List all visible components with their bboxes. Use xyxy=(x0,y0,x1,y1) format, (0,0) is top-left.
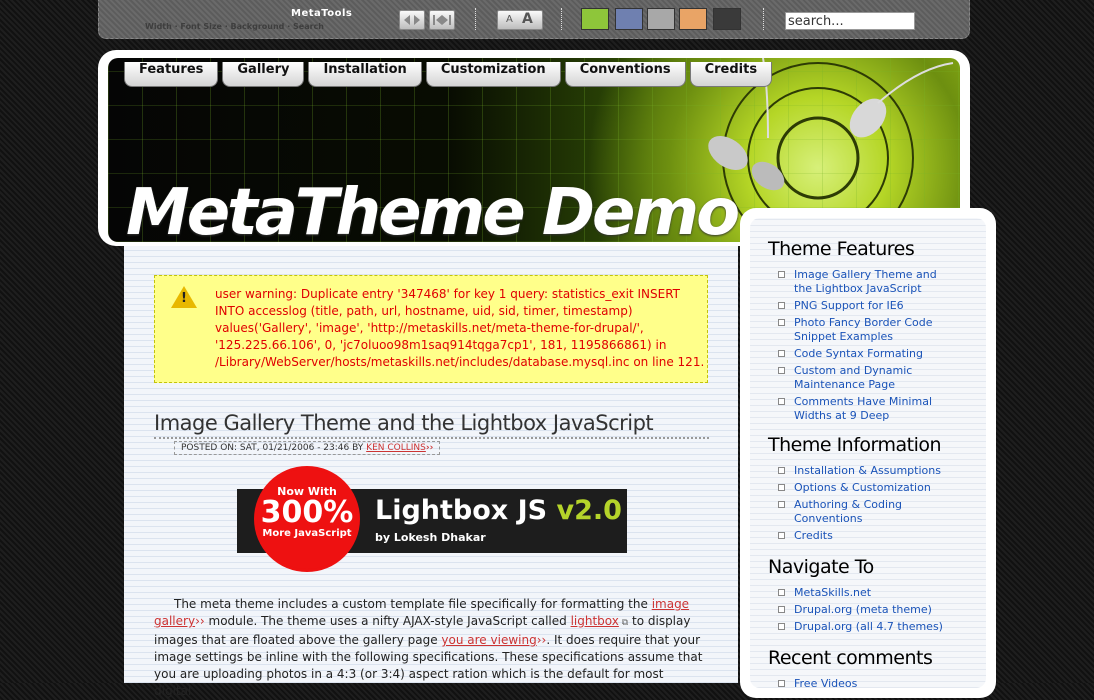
metatools-title: MetaTools xyxy=(291,8,353,19)
sidebar-link[interactable]: PNG Support for IE6 xyxy=(778,299,958,313)
tab-features[interactable]: Features xyxy=(124,62,219,87)
navigate-to-heading: Navigate To xyxy=(768,556,874,578)
primary-nav: Features Gallery Installation Customizat… xyxy=(124,62,773,87)
lightbox-author: by Lokesh Dhakar xyxy=(375,531,486,544)
lightbox-badge: Now With 300% More JavaScript xyxy=(257,469,357,569)
narrow-width-icon xyxy=(404,15,420,25)
external-link-icon: ⧉ xyxy=(618,618,629,628)
link-arrow-icon: ›› xyxy=(195,614,205,628)
you-are-viewing-link[interactable]: you are viewing xyxy=(441,633,536,647)
wide-width-icon xyxy=(433,15,451,25)
lightbox-banner-image[interactable]: Now With 300% More JavaScript Lightbox J… xyxy=(237,469,627,569)
sidebar-link[interactable]: Custom and Dynamic Maintenance Page xyxy=(778,364,958,392)
theme-features-list: Image Gallery Theme and the Lightbox Jav… xyxy=(778,268,958,426)
warning-message: ! user warning: Duplicate entry '347468'… xyxy=(154,275,708,383)
toolbar-separator xyxy=(763,8,764,30)
tab-installation[interactable]: Installation xyxy=(308,62,422,87)
metatools-subtitle: Width · Font Size · Background · Search xyxy=(145,22,324,31)
post-meta-date: POSTED ON: SAT, 01/21/2006 - 23:46 BY xyxy=(181,443,364,453)
sidebar: Theme Features Image Gallery Theme and t… xyxy=(740,208,996,698)
sidebar-link[interactable]: Drupal.org (meta theme) xyxy=(778,603,958,617)
warning-text: user warning: Duplicate entry '347468' f… xyxy=(215,287,705,369)
theme-features-heading: Theme Features xyxy=(768,238,915,260)
main-content: ! user warning: Duplicate entry '347468'… xyxy=(124,246,738,698)
search-input[interactable] xyxy=(785,12,915,30)
link-arrow-icon: ›› xyxy=(425,443,434,453)
post-meta: POSTED ON: SAT, 01/21/2006 - 23:46 BY KE… xyxy=(174,441,441,455)
post-title[interactable]: Image Gallery Theme and the Lightbox Jav… xyxy=(154,411,709,439)
tab-conventions[interactable]: Conventions xyxy=(564,62,686,87)
site-name[interactable]: MetaTheme Demo xyxy=(126,176,740,250)
theme-information-heading: Theme Information xyxy=(768,434,942,456)
sidebar-link[interactable]: Code Syntax Formating xyxy=(778,347,958,361)
badge-big-text: 300% xyxy=(260,495,354,530)
lightbox-link[interactable]: lightbox xyxy=(571,614,619,628)
tab-customization[interactable]: Customization xyxy=(425,62,561,87)
toolbar-separator xyxy=(561,8,562,30)
sidebar-link[interactable]: Installation & Assumptions xyxy=(778,464,958,478)
badge-bottom-text: More JavaScript xyxy=(262,528,352,539)
sidebar-link[interactable]: Drupal.org (all 4.7 themes) xyxy=(778,620,958,634)
narrow-width-button[interactable] xyxy=(399,10,425,30)
lightbox-version: v2.0 xyxy=(556,495,622,526)
link-arrow-icon: ›› xyxy=(536,633,547,647)
font-size-buttons[interactable]: A A xyxy=(497,10,543,30)
navigate-to-list: MetaSkills.net Drupal.org (meta theme) D… xyxy=(778,586,958,637)
body-text-2: module. The theme uses a nifty AJAX-styl… xyxy=(208,614,567,628)
sidebar-link[interactable]: Authoring & Coding Conventions xyxy=(778,498,958,526)
font-large-button[interactable]: A xyxy=(522,11,533,27)
sidebar-link[interactable]: Comments Have Minimal Widths at 9 Deep xyxy=(778,395,958,423)
background-swatch-gray[interactable] xyxy=(647,8,675,30)
background-swatch-orange[interactable] xyxy=(679,8,707,30)
background-swatch-blue[interactable] xyxy=(615,8,643,30)
sidebar-link[interactable]: Image Gallery Theme and the Lightbox Jav… xyxy=(778,268,958,296)
sidebar-link[interactable]: Photo Fancy Border Code Snippet Examples xyxy=(778,316,958,344)
lightbox-name: Lightbox JS xyxy=(375,495,548,526)
sidebar-link[interactable]: Options & Customization xyxy=(778,481,958,495)
lightbox-title: Lightbox JS v2.0 xyxy=(375,495,622,526)
tab-gallery[interactable]: Gallery xyxy=(222,62,305,87)
metatools-bar: MetaTools Width · Font Size · Background… xyxy=(98,0,970,39)
background-swatch-dark[interactable] xyxy=(713,8,741,30)
body-text-1: The meta theme includes a custom templat… xyxy=(174,597,648,611)
tab-credits[interactable]: Credits xyxy=(689,62,773,87)
font-small-button[interactable]: A xyxy=(506,14,513,25)
warning-icon: ! xyxy=(171,286,197,308)
wide-width-button[interactable] xyxy=(429,10,455,30)
background-swatch-green[interactable] xyxy=(581,8,609,30)
recent-comments-heading: Recent comments xyxy=(768,647,933,669)
theme-information-list: Installation & Assumptions Options & Cus… xyxy=(778,464,958,546)
sidebar-link[interactable]: Free Videos xyxy=(778,677,958,691)
author-link[interactable]: KEN COLLINS xyxy=(366,443,426,453)
post-body: The meta theme includes a custom templat… xyxy=(154,596,704,700)
sidebar-link[interactable]: MetaSkills.net xyxy=(778,586,958,600)
toolbar-separator xyxy=(475,8,476,30)
recent-comments-list: Free Videos xyxy=(778,677,958,694)
sidebar-link[interactable]: Credits xyxy=(778,529,958,543)
